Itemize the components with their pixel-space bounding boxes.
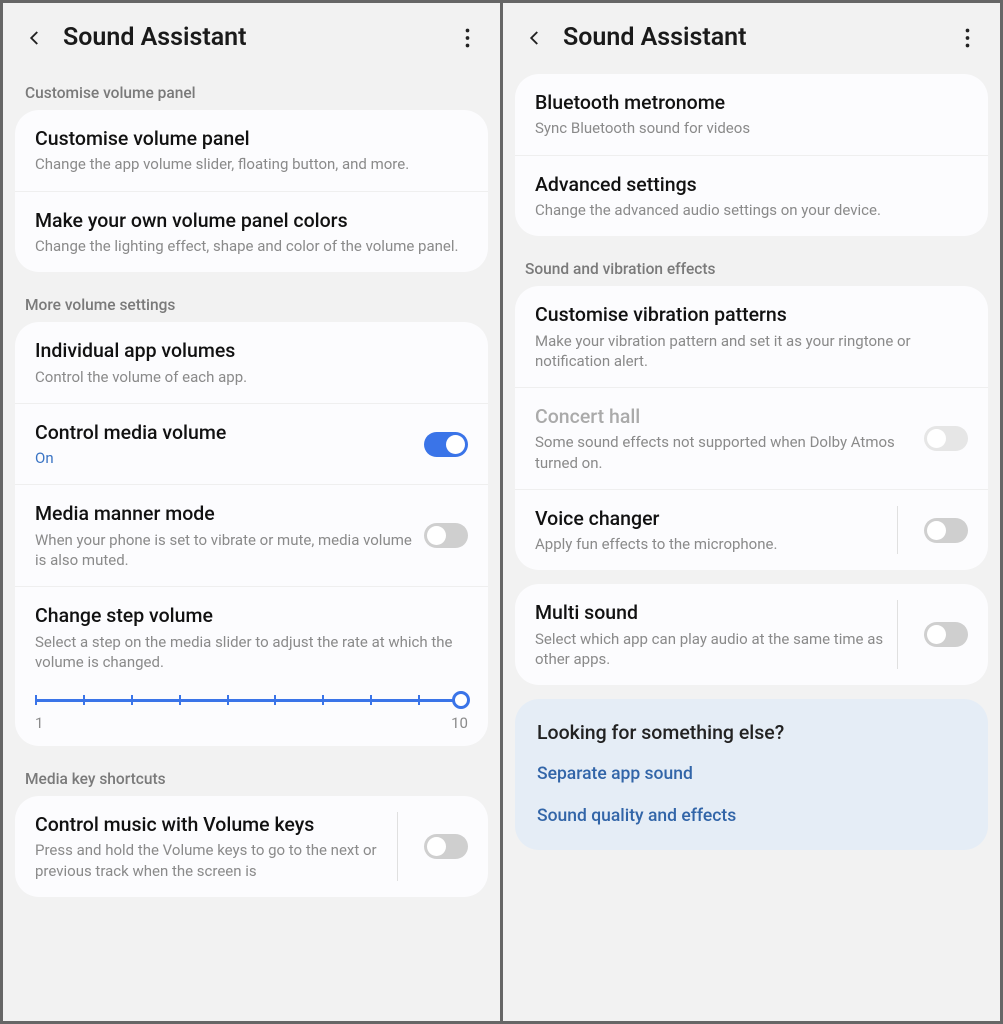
more-icon[interactable] xyxy=(454,25,480,51)
row-sub: Change the advanced audio settings on yo… xyxy=(535,200,968,220)
more-icon[interactable] xyxy=(954,25,980,51)
row-title: Bluetooth metronome xyxy=(535,90,968,115)
row-title: Control music with Volume keys xyxy=(35,812,387,837)
header: Sound Assistant xyxy=(3,3,500,74)
toggle-multi-sound[interactable] xyxy=(924,622,968,647)
back-icon[interactable] xyxy=(521,24,549,52)
toggle-voice-changer[interactable] xyxy=(924,518,968,543)
row-sub: Apply fun effects to the microphone. xyxy=(535,534,887,554)
link-separate-app-sound[interactable]: Separate app sound xyxy=(537,764,966,784)
row-title: Change step volume xyxy=(35,603,468,628)
toggle-concert-hall xyxy=(924,426,968,451)
toggle-control-media-volume[interactable] xyxy=(424,432,468,457)
card-top: Bluetooth metronome Sync Bluetooth sound… xyxy=(515,74,988,236)
row-customise-vibration[interactable]: Customise vibration patterns Make your v… xyxy=(515,286,988,387)
row-sub: Make your vibration pattern and set it a… xyxy=(535,331,968,372)
row-customise-panel[interactable]: Customise volume panel Change the app vo… xyxy=(15,110,488,191)
row-title: Media manner mode xyxy=(35,501,414,526)
row-control-music-volume-keys[interactable]: Control music with Volume keys Press and… xyxy=(15,796,488,897)
row-media-manner-mode[interactable]: Media manner mode When your phone is set… xyxy=(15,484,488,586)
row-control-media-volume[interactable]: Control media volume On xyxy=(15,403,488,485)
row-sub: On xyxy=(35,448,414,468)
row-title: Control media volume xyxy=(35,420,414,445)
slider-thumb[interactable] xyxy=(452,691,470,709)
row-title: Multi sound xyxy=(535,600,887,625)
row-sub: When your phone is set to vibrate or mut… xyxy=(35,530,414,571)
tip-title: Looking for something else? xyxy=(537,721,966,744)
row-concert-hall: Concert hall Some sound effects not supp… xyxy=(515,387,988,489)
row-advanced-settings[interactable]: Advanced settings Change the advanced au… xyxy=(515,155,988,237)
row-title: Advanced settings xyxy=(535,172,968,197)
link-sound-quality-effects[interactable]: Sound quality and effects xyxy=(537,806,966,826)
slider-min: 1 xyxy=(35,714,43,732)
screen-right: Sound Assistant Bluetooth metronome Sync… xyxy=(503,3,1000,1021)
row-multi-sound[interactable]: Multi sound Select which app can play au… xyxy=(515,584,988,685)
row-title: Voice changer xyxy=(535,506,887,531)
screen-left: Sound Assistant Customise volume panel C… xyxy=(3,3,500,1021)
row-title: Concert hall xyxy=(535,404,914,429)
row-change-step-volume[interactable]: Change step volume Select a step on the … xyxy=(15,586,488,674)
row-panel-colors[interactable]: Make your own volume panel colors Change… xyxy=(15,191,488,273)
row-title: Individual app volumes xyxy=(35,338,468,363)
toggle-control-music-volume-keys[interactable] xyxy=(424,834,468,859)
header: Sound Assistant xyxy=(503,3,1000,74)
card-more-volume: Individual app volumes Control the volum… xyxy=(15,322,488,746)
row-individual-app-volumes[interactable]: Individual app volumes Control the volum… xyxy=(15,322,488,403)
row-sub: Sync Bluetooth sound for videos xyxy=(535,118,968,138)
row-sub: Change the app volume slider, floating b… xyxy=(35,154,468,174)
row-sub: Change the lighting effect, shape and co… xyxy=(35,236,468,256)
section-header-customise: Customise volume panel xyxy=(3,74,500,110)
card-media-keys: Control music with Volume keys Press and… xyxy=(15,796,488,897)
back-icon[interactable] xyxy=(21,24,49,52)
section-header-more-volume: More volume settings xyxy=(3,286,500,322)
row-sub: Select which app can play audio at the s… xyxy=(535,629,887,670)
step-volume-slider[interactable]: 1 10 xyxy=(15,674,488,746)
section-header-sound-vibration: Sound and vibration effects xyxy=(503,250,1000,286)
slider-max: 10 xyxy=(451,714,468,732)
page-title: Sound Assistant xyxy=(63,23,454,52)
row-title: Customise vibration patterns xyxy=(535,302,968,327)
row-voice-changer[interactable]: Voice changer Apply fun effects to the m… xyxy=(515,489,988,571)
row-sub: Control the volume of each app. xyxy=(35,367,468,387)
row-sub: Select a step on the media slider to adj… xyxy=(35,632,468,673)
row-title: Customise volume panel xyxy=(35,126,468,151)
row-bluetooth-metronome[interactable]: Bluetooth metronome Sync Bluetooth sound… xyxy=(515,74,988,155)
tip-card: Looking for something else? Separate app… xyxy=(515,699,988,850)
row-title: Make your own volume panel colors xyxy=(35,208,468,233)
toggle-media-manner-mode[interactable] xyxy=(424,523,468,548)
card-customise: Customise volume panel Change the app vo… xyxy=(15,110,488,272)
row-sub: Some sound effects not supported when Do… xyxy=(535,432,914,473)
page-title: Sound Assistant xyxy=(563,23,954,52)
card-sound-vibration: Customise vibration patterns Make your v… xyxy=(515,286,988,570)
row-sub: Press and hold the Volume keys to go to … xyxy=(35,840,387,881)
card-multi-sound: Multi sound Select which app can play au… xyxy=(515,584,988,685)
section-header-media-keys: Media key shortcuts xyxy=(3,760,500,796)
